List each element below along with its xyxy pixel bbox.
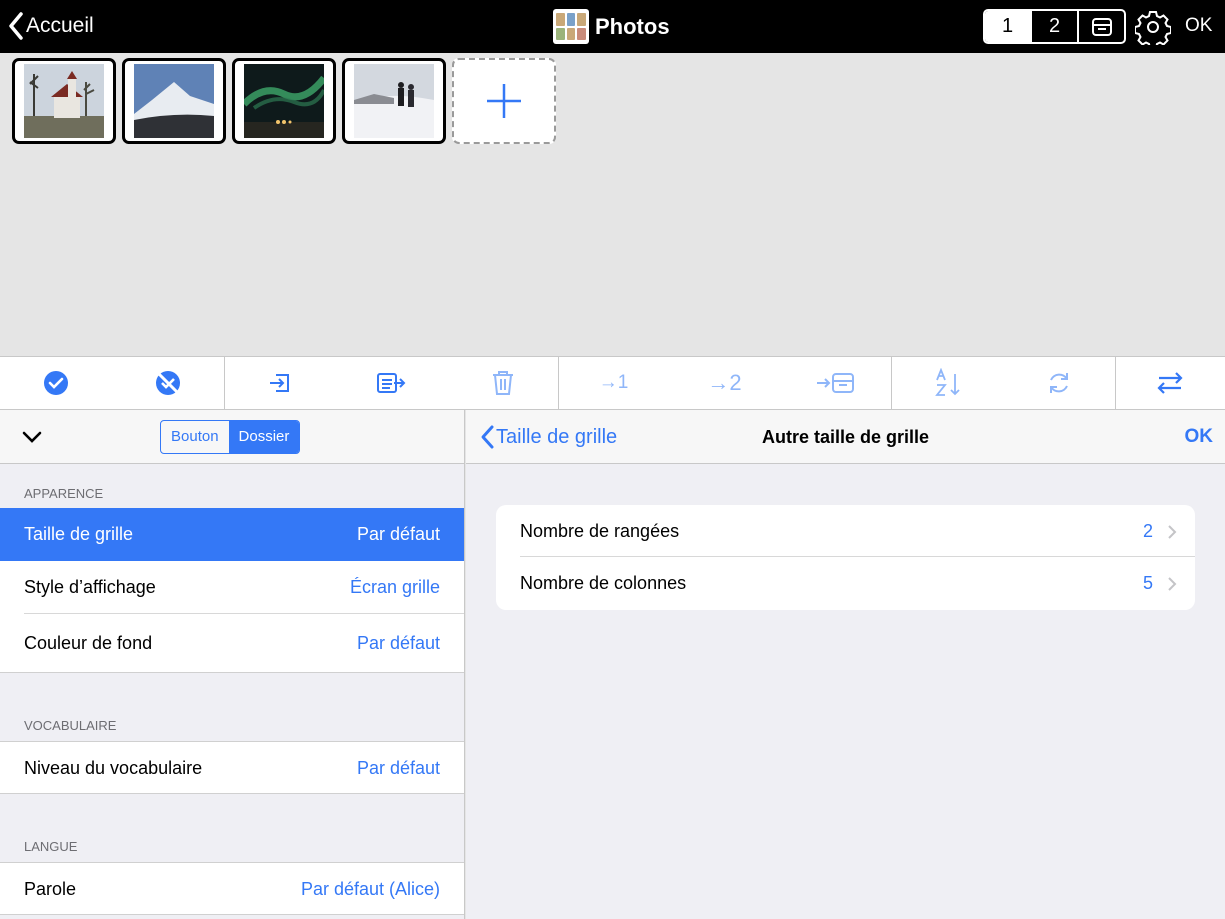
row-label: Parole	[24, 879, 77, 899]
row-style-affichage[interactable]: Style d’affichage Écran grille	[0, 561, 464, 614]
segment-bouton[interactable]: Bouton	[161, 421, 229, 453]
row-value: Écran grille	[349, 577, 440, 597]
chevron-down-icon[interactable]	[22, 430, 42, 444]
move-to-page-2-button[interactable]: →2	[669, 357, 780, 409]
aurora-photo	[244, 64, 324, 138]
section-apparence: APPARENCE	[24, 486, 104, 501]
add-photo-button[interactable]	[452, 58, 556, 144]
export-icon	[377, 373, 406, 393]
folder-thumbnail-icon	[553, 9, 589, 44]
row-nombre-colonnes[interactable]: Nombre de colonnes 5	[496, 557, 1195, 609]
import-icon	[269, 374, 289, 392]
top-bar: Accueil Photos 1 2 OK	[0, 0, 1225, 53]
tray-icon	[1091, 17, 1112, 36]
mountain-photo	[134, 64, 214, 138]
church-photo	[24, 64, 104, 138]
row-parole[interactable]: Parole Par défaut (Alice)	[0, 862, 464, 915]
arrow-tray-icon	[816, 373, 854, 393]
ok-button[interactable]: OK	[1185, 426, 1214, 448]
grid-size-card: Nombre de rangées 2 Nombre de colonnes 5	[496, 505, 1195, 610]
export-button[interactable]	[335, 357, 447, 409]
row-niveau-vocabulaire[interactable]: Niveau du vocabulaire Par défaut	[0, 741, 464, 794]
chevron-left-icon	[9, 12, 23, 40]
sort-button[interactable]	[891, 357, 1003, 409]
delete-button[interactable]	[447, 357, 558, 409]
done-button[interactable]: OK	[1185, 15, 1212, 37]
tray-button[interactable]	[1077, 11, 1124, 42]
page-title: Photos	[553, 9, 670, 44]
section-langue: LANGUE	[24, 839, 78, 854]
photo-strip	[12, 58, 556, 144]
row-value: Par défaut	[356, 758, 440, 778]
move-to-tray-button[interactable]	[780, 357, 891, 409]
row-value: 2	[1142, 521, 1153, 541]
photo-tile-aurora[interactable]	[232, 58, 336, 144]
row-value: Par défaut (Alice)	[300, 879, 440, 899]
select-all-button[interactable]	[0, 357, 112, 409]
checkmark-slash-icon	[156, 371, 180, 395]
back-label: Accueil	[26, 14, 94, 37]
import-button[interactable]	[224, 357, 335, 409]
detail-title: Autre taille de grille	[761, 427, 930, 447]
page-1-button[interactable]: 1	[985, 11, 1030, 42]
row-label: Taille de grille	[24, 524, 134, 544]
title-text: Photos	[595, 13, 670, 39]
trash-icon	[492, 371, 513, 395]
row-couleur-de-fond[interactable]: Couleur de fond Par défaut	[0, 614, 464, 672]
chevron-right-icon	[1168, 525, 1177, 539]
photo-tile-church[interactable]	[12, 58, 116, 144]
detail-panel: Taille de grille Autre taille de grille …	[466, 410, 1225, 919]
row-label: Style d’affichage	[24, 577, 156, 597]
settings-header: Bouton Dossier	[0, 410, 464, 464]
page-selector: 1 2	[983, 9, 1126, 44]
refresh-button[interactable]	[1003, 357, 1115, 409]
row-taille-de-grille[interactable]: Taille de grille Par défaut	[0, 508, 464, 561]
swap-arrows-icon	[1157, 372, 1183, 394]
checkmark-circle-icon	[44, 371, 68, 395]
detail-header: Taille de grille Autre taille de grille …	[466, 410, 1225, 464]
photo-tile-mountain[interactable]	[122, 58, 226, 144]
row-label: Nombre de colonnes	[520, 573, 687, 593]
row-value: Par défaut	[356, 633, 440, 653]
type-segmented-control: Bouton Dossier	[160, 420, 301, 454]
row-label: Nombre de rangées	[520, 521, 680, 541]
deselect-all-button[interactable]	[112, 357, 224, 409]
row-nombre-rangees[interactable]: Nombre de rangées 2	[496, 505, 1195, 557]
row-value: 5	[1142, 573, 1153, 593]
back-button[interactable]: Accueil	[8, 10, 94, 42]
row-label: Couleur de fond	[24, 633, 153, 653]
edit-toolbar: →1 →2	[0, 356, 1225, 410]
section-vocabulaire: VOCABULAIRE	[0, 672, 464, 741]
sort-az-icon	[935, 368, 960, 396]
gear-icon[interactable]	[1135, 9, 1171, 45]
snow-hikers-photo	[354, 64, 434, 138]
photo-tile-hikers[interactable]	[342, 58, 446, 144]
row-value: Par défaut	[356, 524, 440, 544]
chevron-right-icon	[1168, 577, 1177, 591]
refresh-icon	[1050, 373, 1068, 393]
swap-button[interactable]	[1115, 357, 1225, 409]
row-label: Niveau du vocabulaire	[24, 758, 203, 778]
plus-icon	[487, 84, 521, 118]
page-2-button[interactable]: 2	[1030, 11, 1077, 42]
move-to-page-1-button[interactable]: →1	[558, 357, 669, 409]
segment-dossier[interactable]: Dossier	[228, 421, 300, 453]
settings-panel: Bouton Dossier APPARENCE Taille de grill…	[0, 410, 465, 919]
